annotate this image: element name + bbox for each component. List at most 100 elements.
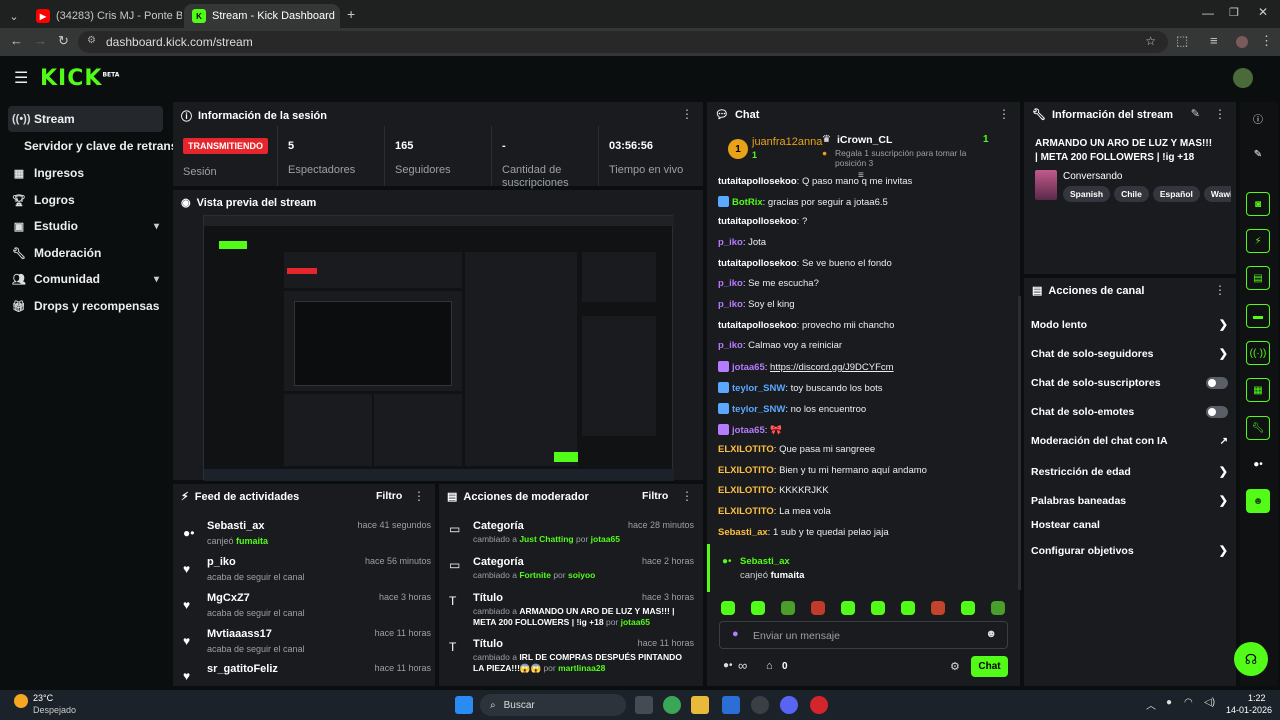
chat-username[interactable]: tutaitapollosekoo [718, 216, 797, 227]
filter-button[interactable]: Filtro [642, 490, 668, 502]
emote-1-icon[interactable] [721, 601, 735, 615]
chat-username[interactable]: jotaa65 [732, 425, 765, 436]
sidebar-item-studio[interactable]: ▣ Estudio ▾ [8, 213, 163, 239]
weather-temp[interactable]: 23°C [33, 693, 53, 703]
chat-username[interactable]: tutaitapollosekoo [718, 320, 797, 331]
edit-pencil-icon[interactable]: ✎ [1191, 107, 1200, 120]
chat-text[interactable]: https://discord.gg/J9DCYFcm [770, 362, 894, 373]
info-icon[interactable]: ⓘ [1246, 106, 1270, 130]
obs-icon[interactable] [751, 696, 769, 714]
user-avatar[interactable] [1233, 68, 1253, 88]
top-gifter-name[interactable]: juanfra12anna [752, 136, 822, 148]
chat-username[interactable]: ELXILOTITO [718, 506, 774, 517]
edit-pencil-icon[interactable]: ✎ [1246, 142, 1270, 166]
action-host-channel[interactable]: Hostear canal [1031, 519, 1228, 531]
chat-send-button[interactable]: Chat [971, 656, 1008, 677]
filter-button[interactable]: Filtro [376, 490, 402, 502]
profile-avatar-icon[interactable] [1236, 36, 1248, 48]
stream-category[interactable]: Conversando [1063, 171, 1122, 182]
desc-user[interactable]: soiyoo [568, 570, 595, 580]
chat-username[interactable]: Sebasti_ax [718, 527, 768, 538]
wrench-icon[interactable]: 🔧︎ [1246, 416, 1270, 440]
kebab-menu-icon[interactable]: ⋮ [681, 489, 693, 503]
emote-8-icon[interactable] [931, 601, 945, 615]
store-icon[interactable] [722, 696, 740, 714]
action-age-restriction[interactable]: Restricción de edad ❯ [1031, 465, 1228, 479]
feed-user[interactable]: p_iko [207, 556, 236, 568]
chat-username[interactable]: tutaitapollosekoo [718, 176, 797, 187]
kebab-menu-icon[interactable]: ⋮ [413, 489, 425, 503]
taskbar-search[interactable]: ⌕ Buscar [480, 694, 626, 716]
chat-username[interactable]: p_iko [718, 299, 743, 310]
minimize-button[interactable]: — [1202, 6, 1214, 20]
tab-youtube[interactable]: ▶ (34283) Cris MJ - Ponte Bo ✕ [28, 4, 182, 28]
tag[interactable]: Español [1152, 186, 1200, 202]
emote-9-icon[interactable] [961, 601, 975, 615]
chat-username[interactable]: p_iko [718, 278, 743, 289]
redeem-user[interactable]: Sebasti_ax [740, 556, 790, 567]
address-bar[interactable]: ⚙ dashboard.kick.com/stream ☆ [78, 31, 1168, 53]
opera-icon[interactable] [810, 696, 828, 714]
emote-2-icon[interactable] [751, 601, 765, 615]
chat-username[interactable]: ELXILOTITO [718, 444, 774, 455]
kebab-menu-icon[interactable]: ⋮ [1214, 283, 1226, 297]
points-icon[interactable]: ●• [1246, 452, 1270, 476]
microphone-icon[interactable]: ● [732, 628, 739, 640]
action-banned-words[interactable]: Palabras baneadas ❯ [1031, 494, 1228, 508]
mod-log-icon[interactable]: ▤ [1246, 266, 1270, 290]
subscribers-only-toggle[interactable] [1206, 377, 1228, 389]
sidebar-item-community[interactable]: 👥︎ Comunidad ▾ [8, 266, 163, 292]
chat-username[interactable]: jotaa65 [732, 362, 765, 373]
chat-username[interactable]: teylor_SNW [732, 404, 785, 415]
reload-icon[interactable]: ↻ [58, 33, 69, 49]
menu-icon[interactable]: ⋮ [1260, 33, 1273, 49]
broadcast-icon[interactable]: ((·)) [1246, 341, 1270, 365]
session-icon[interactable]: ◙ [1246, 192, 1270, 216]
emote-7-icon[interactable] [901, 601, 915, 615]
volume-icon[interactable]: ◁) [1204, 697, 1215, 708]
chat-username[interactable]: tutaitapollosekoo [718, 258, 797, 269]
sidebar-item-drops[interactable]: 🎁︎ Drops y recompensas [8, 293, 163, 319]
chat-username[interactable]: ELXILOTITO [718, 485, 774, 496]
new-tab-button[interactable]: + [347, 6, 355, 22]
sidebar-item-stream[interactable]: ((•)) Stream [8, 106, 163, 132]
desc-user[interactable]: jotaa65 [621, 617, 650, 627]
emote-5-icon[interactable] [841, 601, 855, 615]
emotes-only-toggle[interactable] [1206, 406, 1228, 418]
feed-user[interactable]: MgCxZ7 [207, 592, 250, 604]
chrome-icon[interactable] [663, 696, 681, 714]
chat-username[interactable]: p_iko [718, 237, 743, 248]
feed-user[interactable]: Mvtiaaass17 [207, 628, 272, 640]
wifi-icon[interactable]: ◠ [1184, 697, 1193, 708]
feed-user[interactable]: Sebasti_ax [207, 520, 264, 532]
microphone-icon[interactable]: ● [1166, 697, 1172, 708]
chat-input[interactable]: ● Enviar un mensaje ☻ [719, 621, 1008, 649]
sidebar-item-achievements[interactable]: 🏆︎ Logros [8, 187, 163, 213]
kebab-menu-icon[interactable]: ⋮ [681, 107, 693, 121]
tab-search-button[interactable]: ⌄ [4, 4, 24, 28]
hamburger-menu-icon[interactable]: ☰ [14, 68, 28, 88]
sidebar-item-server-key[interactable]: Servidor y clave de retransmisión [20, 133, 173, 159]
forward-icon[interactable]: → [34, 33, 47, 48]
back-icon[interactable]: ← [10, 33, 23, 48]
action-configure-goals[interactable]: Configurar objetivos ❯ [1031, 544, 1228, 558]
second-gifter-name[interactable]: iCrown_CL [837, 134, 892, 146]
chat-username[interactable]: ELXILOTITO [718, 465, 774, 476]
sidebar-item-income[interactable]: ▦ Ingresos [8, 160, 163, 186]
support-headset-icon[interactable]: ☊ [1234, 642, 1268, 676]
maximize-button[interactable]: ❐ [1229, 6, 1239, 19]
tag[interactable]: Wawita [1203, 186, 1231, 202]
kick-logo[interactable]: KICKBETA [40, 66, 119, 91]
desc-user[interactable]: jotaa65 [591, 534, 620, 544]
tag[interactable]: Spanish [1063, 186, 1111, 202]
bolt-icon[interactable]: ⚡︎ [1246, 229, 1270, 253]
action-followers-only[interactable]: Chat de solo-seguidores ❯ [1031, 347, 1228, 361]
stream-preview-video[interactable] [203, 215, 674, 481]
action-ai-moderation[interactable]: Moderación del chat con IA ↗ [1031, 435, 1228, 447]
bookmark-star-icon[interactable]: ☆ [1145, 34, 1156, 48]
emote-6-icon[interactable] [871, 601, 885, 615]
kebab-menu-icon[interactable]: ⋮ [998, 107, 1010, 121]
settings-gear-icon[interactable]: ⚙ [950, 660, 960, 673]
windows-start-icon[interactable] [455, 696, 473, 714]
channel-actions-icon[interactable]: ▦ [1246, 378, 1270, 402]
